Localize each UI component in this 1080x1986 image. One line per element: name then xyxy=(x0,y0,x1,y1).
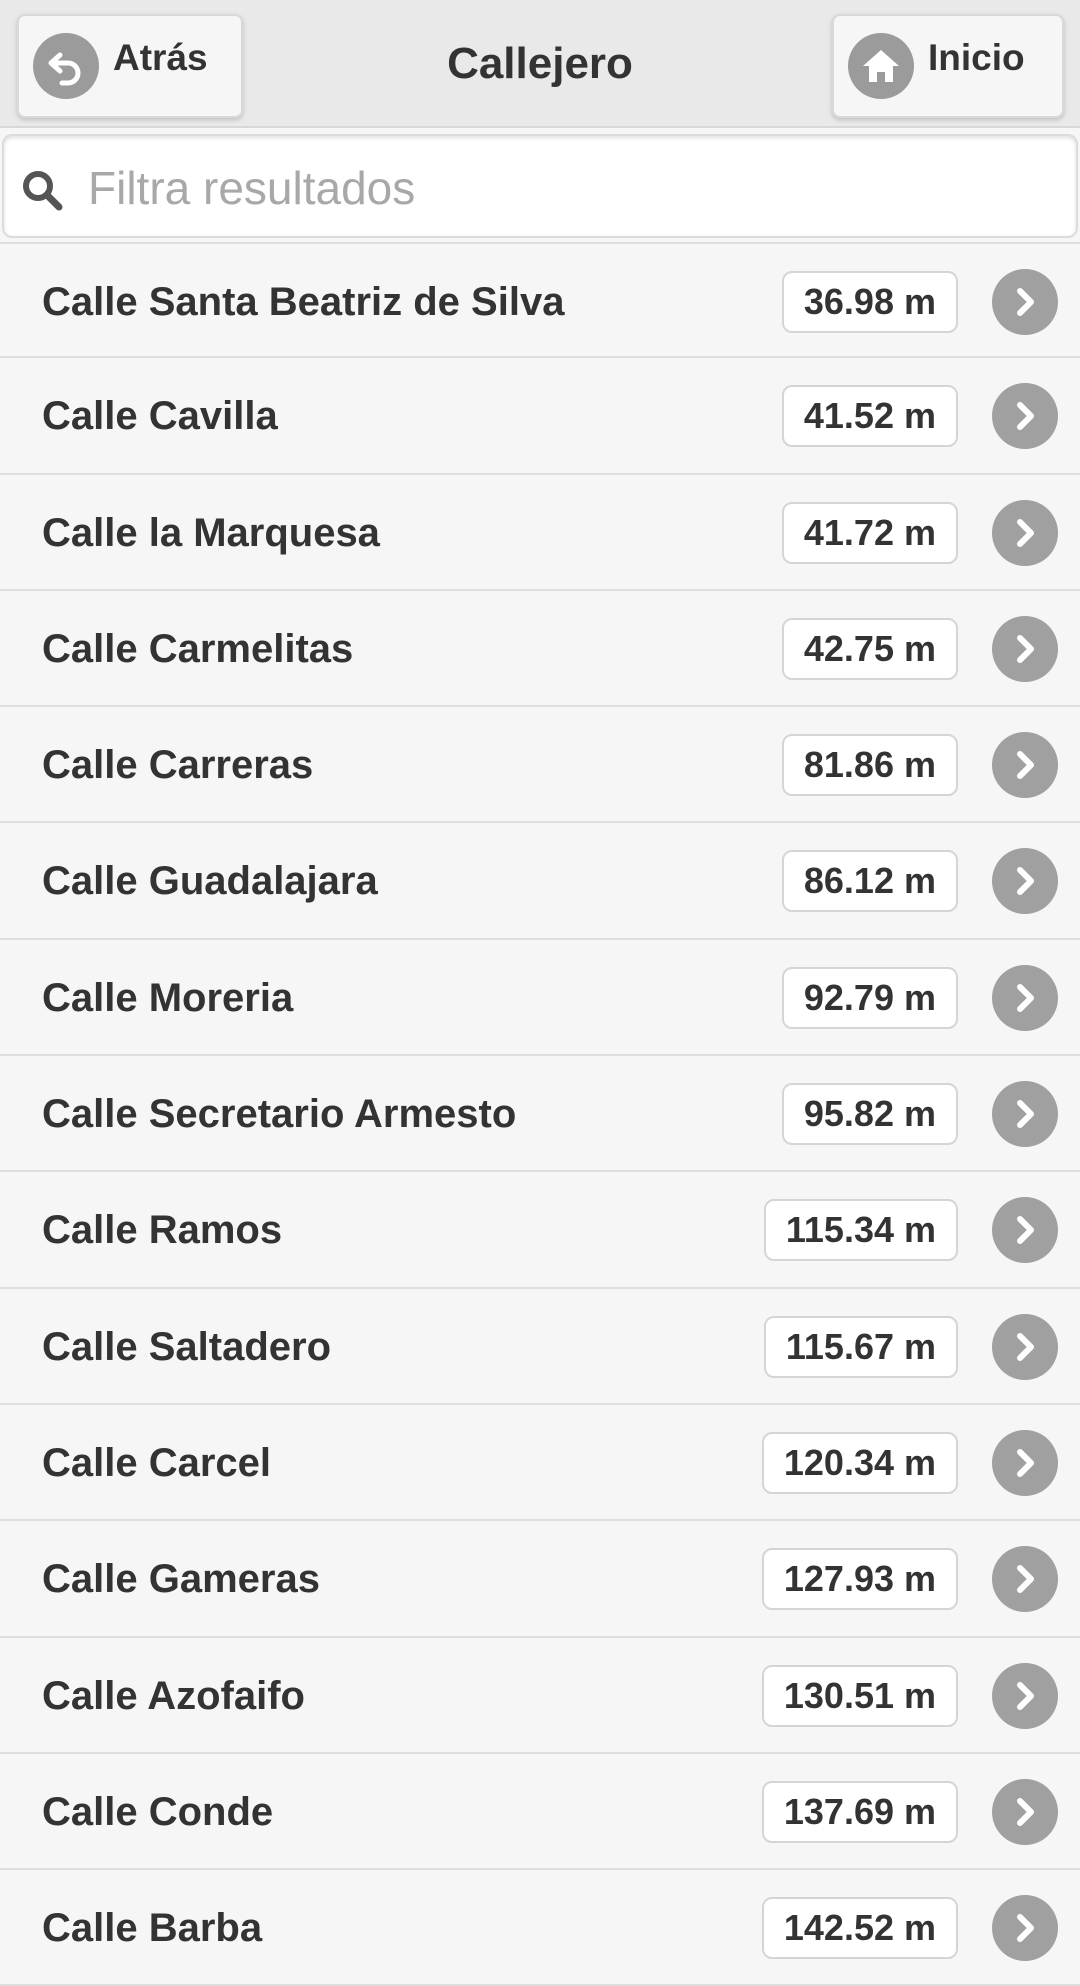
distance-badge: 115.34 m xyxy=(763,1199,958,1262)
distance-badge: 41.72 m xyxy=(781,501,958,564)
street-name: Calle la Marquesa xyxy=(42,510,380,555)
list-item[interactable]: Calle Carcel 120.34 m xyxy=(0,1404,1080,1522)
distance-badge: 95.82 m xyxy=(781,1083,958,1146)
chevron-right-icon[interactable] xyxy=(992,1313,1058,1380)
header-bar: Atrás Callejero Inicio xyxy=(0,0,1080,128)
street-name: Calle Carcel xyxy=(42,1440,272,1485)
home-icon xyxy=(848,33,914,99)
street-name: Calle Cavilla xyxy=(42,394,278,439)
street-name: Calle Carreras xyxy=(42,743,314,788)
distance-badge: 115.67 m xyxy=(763,1315,958,1378)
distance-badge: 86.12 m xyxy=(781,850,958,913)
chevron-right-icon[interactable] xyxy=(992,1662,1058,1729)
home-button[interactable]: Inicio xyxy=(832,14,1064,118)
home-button-label: Inicio xyxy=(928,37,1025,78)
search-icon xyxy=(23,171,63,211)
search-bar xyxy=(0,132,1080,240)
list-item[interactable]: Calle Gameras 127.93 m xyxy=(0,1521,1080,1638)
chevron-right-icon[interactable] xyxy=(992,732,1058,799)
distance-badge: 130.51 m xyxy=(761,1664,958,1727)
list-item[interactable]: Calle Ramos 115.34 m xyxy=(0,1172,1080,1289)
list-item[interactable]: Calle Saltadero 115.67 m xyxy=(0,1288,1080,1405)
street-name: Calle Secretario Armesto xyxy=(42,1092,517,1137)
distance-badge: 41.52 m xyxy=(781,385,958,448)
street-name: Calle Moreria xyxy=(42,975,294,1020)
list-item[interactable]: Calle Azofaifo 130.51 m xyxy=(0,1637,1080,1754)
chevron-right-icon[interactable] xyxy=(992,499,1058,566)
street-name: Calle Ramos xyxy=(42,1208,283,1253)
back-button[interactable]: Atrás xyxy=(17,14,243,118)
back-button-label: Atrás xyxy=(113,37,208,78)
list-item[interactable]: Calle Carreras 81.86 m xyxy=(0,707,1080,824)
search-input[interactable] xyxy=(88,148,1058,228)
distance-badge: 81.86 m xyxy=(781,734,958,797)
distance-badge: 36.98 m xyxy=(781,271,958,333)
chevron-right-icon[interactable] xyxy=(992,1546,1058,1613)
list-item[interactable]: Calle Santa Beatriz de Silva 36.98 m xyxy=(0,242,1080,359)
chevron-right-icon[interactable] xyxy=(992,1197,1058,1264)
street-list: Calle Santa Beatriz de Silva 36.98 m Calle… xyxy=(0,242,1080,1986)
list-item[interactable]: Calle la Marquesa 41.72 m xyxy=(0,474,1080,591)
street-name: Calle Santa Beatriz de Silva xyxy=(42,280,565,324)
street-name: Calle Conde xyxy=(42,1789,274,1834)
list-item[interactable]: Calle Carmelitas 42.75 m xyxy=(0,590,1080,708)
chevron-right-icon[interactable] xyxy=(992,383,1058,450)
street-name: Calle Carmelitas xyxy=(42,626,354,671)
list-item[interactable]: Calle Secretario Armesto 95.82 m xyxy=(0,1056,1080,1173)
back-arrow-icon xyxy=(33,33,99,99)
chevron-right-icon[interactable] xyxy=(992,848,1058,915)
street-name: Calle Barba xyxy=(42,1906,263,1951)
street-name: Calle Saltadero xyxy=(42,1324,332,1369)
chevron-right-icon[interactable] xyxy=(992,1895,1058,1962)
list-item[interactable]: Calle Cavilla 41.52 m xyxy=(0,358,1080,475)
chevron-right-icon[interactable] xyxy=(992,615,1058,682)
chevron-right-icon[interactable] xyxy=(992,1081,1058,1148)
chevron-right-icon[interactable] xyxy=(992,1778,1058,1845)
distance-badge: 42.75 m xyxy=(781,617,958,680)
street-name: Calle Azofaifo xyxy=(42,1673,305,1718)
chevron-right-icon[interactable] xyxy=(992,269,1058,335)
street-name: Calle Guadalajara xyxy=(42,859,378,904)
list-item[interactable]: Calle Barba 142.52 m xyxy=(0,1870,1080,1986)
distance-badge: 120.34 m xyxy=(761,1431,958,1494)
list-item[interactable]: Calle Conde 137.69 m xyxy=(0,1753,1080,1871)
chevron-right-icon[interactable] xyxy=(992,964,1058,1031)
street-name: Calle Gameras xyxy=(42,1557,320,1602)
list-item[interactable]: Calle Guadalajara 86.12 m xyxy=(0,823,1080,940)
distance-badge: 137.69 m xyxy=(761,1780,958,1843)
search-box[interactable] xyxy=(2,134,1078,238)
distance-badge: 92.79 m xyxy=(781,966,958,1029)
distance-badge: 127.93 m xyxy=(761,1548,958,1611)
list-item[interactable]: Calle Moreria 92.79 m xyxy=(0,939,1080,1057)
chevron-right-icon[interactable] xyxy=(992,1429,1058,1496)
distance-badge: 142.52 m xyxy=(761,1897,958,1960)
